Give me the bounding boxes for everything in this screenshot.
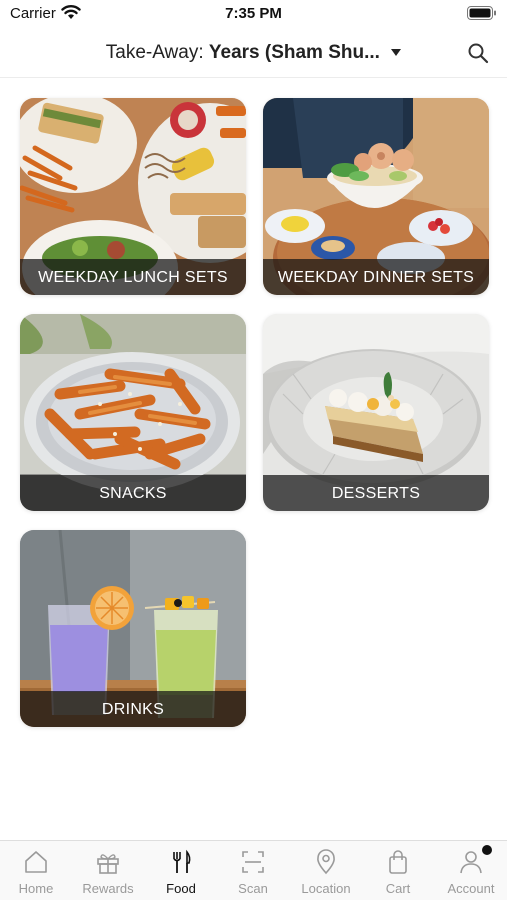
fork-knife-icon: [173, 849, 191, 873]
tab-home[interactable]: Home: [0, 841, 72, 900]
tab-label: Account: [447, 881, 495, 896]
clock: 7:35 PM: [225, 5, 282, 22]
tab-label: Home: [18, 881, 54, 896]
category-label: WEEKDAY LUNCH SETS: [38, 269, 228, 286]
store-picker[interactable]: Take-Away: Years (Sham Shu...: [0, 42, 507, 64]
category-label: WEEKDAY DINNER SETS: [277, 269, 475, 286]
category-card-snacks[interactable]: SNACKS: [20, 314, 246, 511]
category-card-weekday-lunch-sets[interactable]: WEEKDAY LUNCH SETS: [20, 98, 246, 295]
tab-label: Food: [166, 881, 196, 896]
battery-icon: [467, 6, 496, 20]
location-pin-icon: [317, 849, 335, 875]
store-name: Years (Sham Shu...: [208, 42, 380, 63]
dropdown-caret-icon: [391, 49, 402, 57]
category-label: DRINKS: [101, 701, 165, 718]
home-icon: [25, 851, 47, 873]
tab-scan[interactable]: Scan: [217, 841, 289, 900]
navigation-header: Take-Away: Years (Sham Shu...: [0, 30, 507, 78]
order-mode-label: Take-Away:: [105, 42, 204, 63]
category-card-drinks[interactable]: DRINKS: [20, 530, 246, 727]
tab-label: Location: [301, 881, 351, 896]
status-bar: Carrier 7:35 PM: [0, 0, 507, 28]
category-card-desserts[interactable]: DESSERTS: [263, 314, 489, 511]
account-notification-badge: [482, 845, 492, 855]
category-label: SNACKS: [99, 485, 167, 502]
scan-icon: [242, 851, 264, 873]
shopping-bag-icon: [389, 850, 407, 874]
tab-bar: Home Rewards Food Scan Location Cart Acc…: [0, 840, 507, 900]
tab-cart[interactable]: Cart: [362, 841, 434, 900]
tab-rewards[interactable]: Rewards: [72, 841, 144, 900]
tab-label: Cart: [385, 881, 411, 896]
person-icon: [460, 851, 482, 874]
tab-location[interactable]: Location: [290, 841, 362, 900]
tab-food[interactable]: Food: [145, 841, 217, 900]
tab-label: Scan: [238, 881, 268, 896]
category-card-weekday-dinner-sets[interactable]: WEEKDAY DINNER SETS: [263, 98, 489, 295]
tab-label: Rewards: [82, 881, 134, 896]
category-label: DESSERTS: [331, 485, 421, 502]
gift-icon: [97, 854, 119, 874]
search-icon[interactable]: [467, 42, 489, 64]
tab-account[interactable]: Account: [435, 841, 507, 900]
